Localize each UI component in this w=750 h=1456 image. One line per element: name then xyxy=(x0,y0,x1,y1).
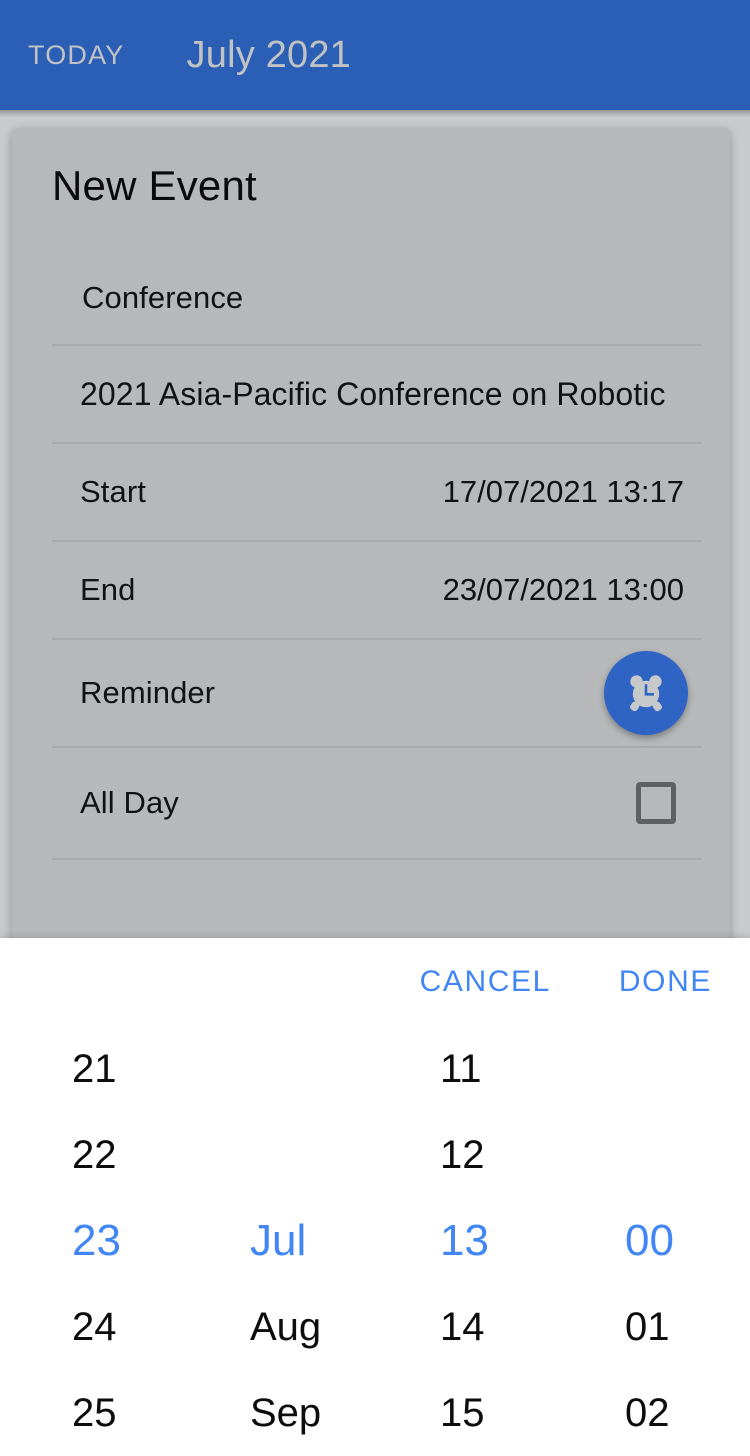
picker-wheel-hour[interactable]: 11 12 13 14 15 xyxy=(380,1026,565,1456)
picker-item-hour[interactable]: 11 xyxy=(380,1026,565,1112)
end-value[interactable]: 23/07/2021 13:00 xyxy=(443,572,702,608)
picker-item-hour[interactable]: 13 xyxy=(380,1198,565,1284)
event-form: Conference 2021 Asia-Pacific Conference … xyxy=(52,252,702,860)
event-reminder-row[interactable]: Reminder xyxy=(52,640,702,748)
app-bar: TODAY July 2021 xyxy=(0,0,750,110)
event-end-row[interactable]: End 23/07/2021 13:00 xyxy=(52,542,702,640)
app-bar-shadow xyxy=(0,110,750,117)
picker-wheels: 21 22 23 24 25 Jul Aug Sep 11 12 13 14 15 00 01 02 xyxy=(0,1026,750,1456)
dialog-title: New Event xyxy=(52,162,257,209)
picker-item-minute[interactable]: 00 xyxy=(565,1198,750,1284)
event-allday-row[interactable]: All Day xyxy=(52,748,702,860)
start-label: Start xyxy=(80,474,146,509)
allday-label: All Day xyxy=(80,785,179,820)
picker-item-month[interactable]: Sep xyxy=(190,1370,380,1456)
alarm-clock-icon[interactable] xyxy=(604,651,688,735)
picker-item-minute[interactable]: 01 xyxy=(565,1284,750,1370)
new-event-dialog: New Event Conference 2021 Asia-Pacific C… xyxy=(12,128,730,958)
end-label: End xyxy=(80,572,136,607)
picker-item-day[interactable]: 24 xyxy=(0,1284,190,1370)
picker-item-hour[interactable]: 12 xyxy=(380,1112,565,1198)
start-value[interactable]: 17/07/2021 13:17 xyxy=(443,474,702,510)
allday-checkbox[interactable] xyxy=(636,782,676,824)
picker-cancel-button[interactable]: CANCEL xyxy=(420,965,551,999)
picker-done-button[interactable]: DONE xyxy=(619,965,712,999)
picker-item-hour[interactable]: 15 xyxy=(380,1370,565,1456)
picker-item-day[interactable]: 21 xyxy=(0,1026,190,1112)
picker-item-day[interactable]: 25 xyxy=(0,1370,190,1456)
picker-item-minute xyxy=(565,1026,750,1112)
event-description-value: 2021 Asia-Pacific Conference on Robotic xyxy=(80,375,666,412)
picker-item-month[interactable]: Aug xyxy=(190,1284,380,1370)
picker-item-month[interactable]: Jul xyxy=(190,1198,380,1284)
current-month-title: July 2021 xyxy=(186,33,352,76)
picker-action-bar: CANCEL DONE xyxy=(0,938,750,1026)
picker-item-day[interactable]: 23 xyxy=(0,1198,190,1284)
event-description-field[interactable]: 2021 Asia-Pacific Conference on Robotic xyxy=(52,346,702,444)
picker-item-hour[interactable]: 14 xyxy=(380,1284,565,1370)
picker-wheel-month[interactable]: Jul Aug Sep xyxy=(190,1026,380,1456)
event-title-value: Conference xyxy=(82,280,244,315)
today-button[interactable]: TODAY xyxy=(28,40,125,71)
reminder-label: Reminder xyxy=(80,675,216,710)
datetime-picker-sheet: CANCEL DONE 21 22 23 24 25 Jul Aug Sep 11 12 13 1… xyxy=(0,938,750,1456)
picker-item-minute xyxy=(565,1112,750,1198)
event-start-row[interactable]: Start 17/07/2021 13:17 xyxy=(52,444,702,542)
picker-item-month xyxy=(190,1026,380,1112)
event-title-field[interactable]: Conference xyxy=(52,252,702,346)
picker-item-day[interactable]: 22 xyxy=(0,1112,190,1198)
picker-item-month xyxy=(190,1112,380,1198)
picker-wheel-minute[interactable]: 00 01 02 xyxy=(565,1026,750,1456)
picker-wheel-day[interactable]: 21 22 23 24 25 xyxy=(0,1026,190,1456)
picker-item-minute[interactable]: 02 xyxy=(565,1370,750,1456)
